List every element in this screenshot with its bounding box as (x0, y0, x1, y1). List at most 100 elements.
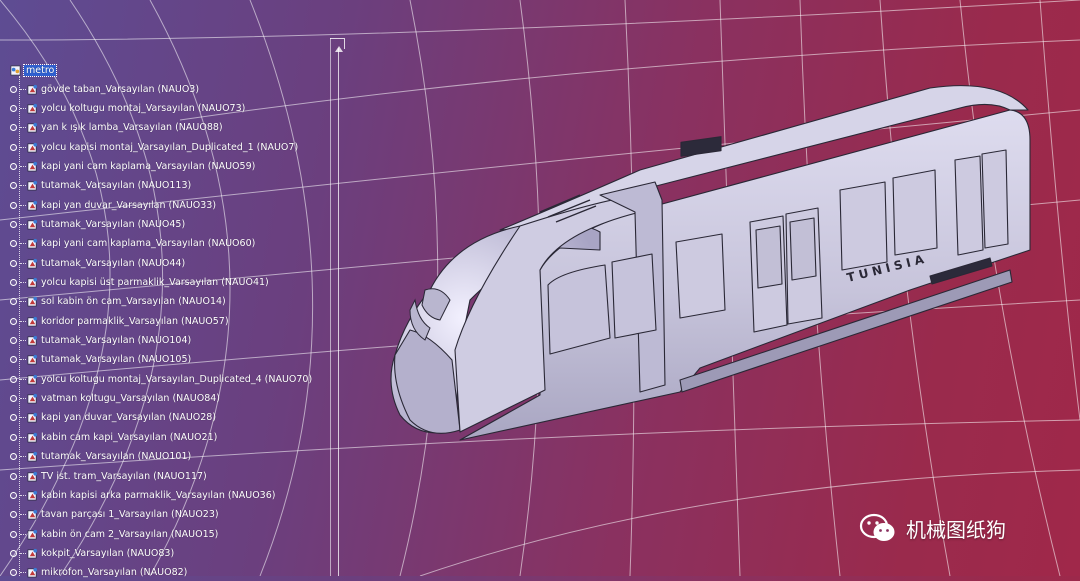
expand-toggle-icon[interactable] (10, 337, 17, 345)
expand-toggle-icon[interactable] (10, 162, 17, 170)
tree-node[interactable]: yolcu kapisi montaj_Varsayılan_Duplicate… (10, 139, 298, 155)
tree-scrollbar[interactable] (335, 46, 343, 576)
tree-node[interactable]: tutamak_Varsayılan (NAUO113) (10, 178, 191, 194)
tree-node-label: yolcu koltugu montaj_Varsayılan_Duplicat… (41, 373, 313, 385)
tree-node[interactable]: mikrofon_Varsayılan (NAUO82) (10, 565, 187, 581)
expand-toggle-icon[interactable] (10, 259, 17, 267)
part-icon (27, 471, 38, 481)
expand-toggle-icon[interactable] (10, 511, 17, 519)
tree-node-label: kapi yan duvar_Varsayılan (NAUO33) (41, 199, 217, 211)
tree-branch-line (20, 185, 26, 187)
tree-node[interactable]: TV ist. tram_Varsayılan (NAUO117) (10, 468, 207, 484)
part-icon (27, 103, 38, 114)
part-icon (27, 239, 38, 249)
tree-branch-line (20, 456, 26, 458)
tree-node[interactable]: yan k ışık lamba_Varsayılan (NAUO88) (10, 120, 223, 136)
part-icon (27, 355, 38, 365)
wechat-icon (859, 513, 895, 541)
tree-root-node[interactable]: metro (10, 62, 58, 78)
tree-node-label: yolcu koltugu montaj_Varsayılan (NAUO73) (41, 102, 246, 114)
tree-node[interactable]: koridor parmaklik_Varsayılan (NAUO57) (10, 313, 229, 329)
expand-toggle-icon[interactable] (10, 143, 17, 151)
part-icon (27, 142, 38, 152)
product-icon (10, 65, 21, 75)
tree-branch-line (20, 204, 26, 206)
part-icon (27, 568, 38, 578)
tree-node-label: tutamak_Varsayılan (NAUO104) (41, 335, 192, 347)
expand-toggle-icon[interactable] (10, 530, 17, 538)
part-icon (27, 548, 38, 559)
tree-node-label: tutamak_Varsayılan (NAUO44) (41, 257, 186, 269)
tree-node[interactable]: yolcu koltugu montaj_Varsayılan (NAUO73) (10, 100, 245, 116)
tree-node[interactable]: kabin kapisi arka parmaklik_Varsayılan (… (10, 487, 275, 503)
tree-node-label: tutamak_Varsayılan (NAUO105) (41, 354, 192, 366)
tree-branch-line (20, 282, 26, 283)
expand-toggle-icon[interactable] (10, 375, 17, 383)
expand-toggle-icon[interactable] (10, 491, 17, 499)
part-icon (27, 335, 38, 346)
expand-toggle-icon[interactable] (10, 201, 17, 209)
tree-node[interactable]: vatman koltugu_Varsayılan (NAUO84) (10, 391, 220, 407)
tree-node[interactable]: kapi yani cam kaplama_Varsayılan (NAUO60… (10, 236, 255, 252)
expand-toggle-icon[interactable] (10, 298, 17, 306)
tree-branch-line (20, 475, 26, 477)
tree-node[interactable]: kabin ön cam 2_Varsayılan (NAUO15) (10, 526, 218, 542)
tree-node-label: tutamak_Varsayılan (NAUO101) (41, 451, 192, 463)
expand-toggle-icon[interactable] (10, 220, 17, 228)
expand-toggle-icon[interactable] (10, 85, 17, 93)
tree-node[interactable]: kapi yan duvar_Varsayılan (NAUO28) (10, 410, 216, 426)
tree-branch-line (20, 320, 26, 322)
tree-node[interactable]: tutamak_Varsayılan (NAUO104) (10, 333, 191, 349)
tree-branch-line (20, 552, 26, 554)
expand-toggle-icon[interactable] (10, 549, 17, 557)
tree-node[interactable]: tutamak_Varsayılan (NAUO45) (10, 216, 185, 232)
tree-node-label: gövde taban_Varsayılan (NAUO3) (41, 83, 200, 95)
expand-toggle-icon[interactable] (10, 414, 17, 422)
part-icon (27, 277, 38, 288)
expand-toggle-icon[interactable] (10, 395, 17, 403)
tree-branch-line (20, 107, 26, 109)
tree-node-label: kabin kapisi arka parmaklik_Varsayılan (… (41, 489, 276, 501)
tree-branch-line (20, 165, 26, 167)
tree-node-label: vatman koltugu_Varsayılan (NAUO84) (41, 393, 221, 405)
expand-toggle-icon[interactable] (10, 124, 17, 132)
tree-node[interactable]: yolcu kapisi üst parmaklik_Varsayılan (N… (10, 275, 269, 291)
tree-node-label: tavan parçası 1_Varsayılan (NAUO23) (41, 509, 219, 521)
tree-node[interactable]: tavan parçası 1_Varsayılan (NAUO23) (10, 507, 219, 523)
expand-toggle-icon[interactable] (10, 182, 17, 190)
expand-toggle-icon[interactable] (10, 104, 17, 112)
tree-root-label: metro (22, 63, 58, 77)
tree-branch-line (20, 301, 26, 303)
part-icon (27, 394, 38, 404)
expand-toggle-icon[interactable] (10, 569, 17, 577)
expand-toggle-icon[interactable] (10, 453, 17, 461)
tree-node[interactable]: kokpit_Varsayılan (NAUO83) (10, 545, 174, 561)
metro-3d-model[interactable]: TUNISIA (380, 80, 1040, 450)
expand-toggle-icon[interactable] (10, 356, 17, 364)
tree-branch-line (20, 340, 26, 342)
expand-toggle-icon[interactable] (10, 240, 17, 248)
part-icon (27, 181, 38, 191)
tree-branch-line (20, 359, 26, 361)
tree-node-label: kapi yan duvar_Varsayılan (NAUO28) (41, 412, 217, 424)
expand-toggle-icon[interactable] (10, 279, 17, 286)
tree-node[interactable]: sol kabin ön cam_Varsayılan (NAUO14) (10, 294, 226, 310)
expand-toggle-icon[interactable] (10, 317, 17, 325)
tree-node[interactable]: kapi yan duvar_Varsayılan (NAUO33) (10, 197, 216, 213)
tree-node[interactable]: yolcu koltugu montaj_Varsayılan_Duplicat… (10, 371, 312, 387)
part-icon (27, 413, 38, 423)
tree-node[interactable]: tutamak_Varsayılan (NAUO101) (10, 449, 191, 465)
tree-node[interactable]: kabin cam kapi_Varsayılan (NAUO21) (10, 429, 217, 445)
tree-node[interactable]: kapi yani cam kaplama_Varsayılan (NAUO59… (10, 158, 255, 174)
expand-toggle-icon[interactable] (10, 433, 17, 441)
expand-toggle-icon[interactable] (10, 472, 17, 480)
tree-node[interactable]: gövde taban_Varsayılan (NAUO3) (10, 81, 199, 97)
tree-node[interactable]: tutamak_Varsayılan (NAUO44) (10, 255, 185, 271)
part-icon (27, 374, 38, 385)
tree-branch-line (20, 533, 26, 535)
part-icon (27, 297, 38, 307)
tree-branch-line (20, 262, 26, 264)
tree-branch-line (20, 436, 26, 438)
tree-node[interactable]: tutamak_Varsayılan (NAUO105) (10, 352, 191, 368)
tree-branch-line (20, 398, 26, 400)
